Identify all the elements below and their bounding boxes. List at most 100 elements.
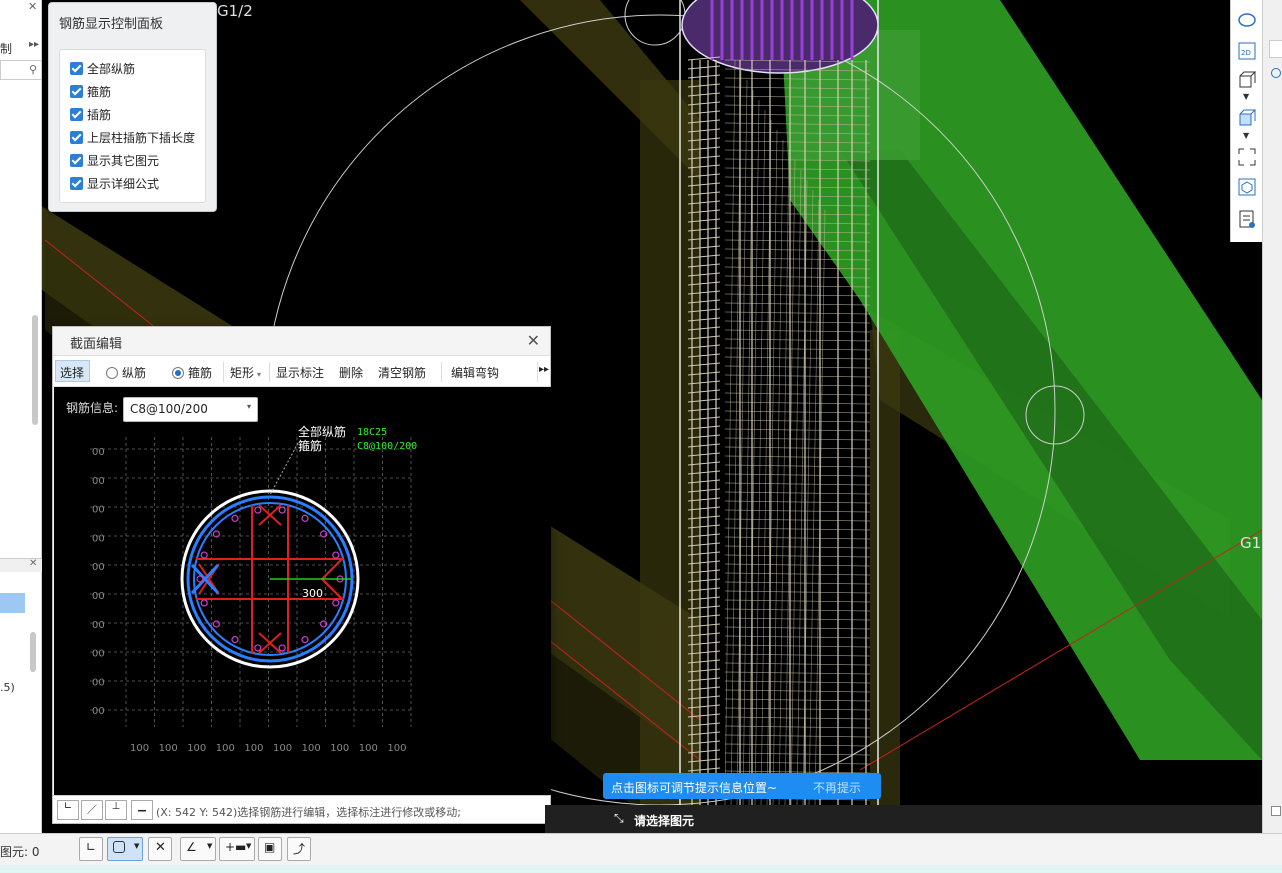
tip-banner: 点击图标可调节提示信息位置~ 不再提示 xyxy=(603,773,881,799)
chevron-down-icon[interactable]: ▼ xyxy=(1243,131,1249,140)
list-item-selected[interactable] xyxy=(0,593,25,613)
option-show-formula[interactable]: 显示详细公式 xyxy=(70,174,159,192)
tip-text: 点击图标可调节提示信息位置~ xyxy=(611,781,778,795)
radio-icon[interactable] xyxy=(106,367,118,379)
longitudinal-bar[interactable] xyxy=(254,644,262,652)
snap-mode-button[interactable]: ▼ xyxy=(107,837,143,861)
display-button[interactable]: ▣ xyxy=(258,837,282,861)
scrollbar[interactable] xyxy=(30,632,36,672)
offset-button[interactable]: +▬ ▼ xyxy=(219,837,255,861)
checkbox-checked[interactable] xyxy=(70,84,83,98)
checkbox-checked[interactable] xyxy=(70,61,83,75)
option-all-longitudinal[interactable]: 全部纵筋 xyxy=(70,59,135,77)
show-annotation-button[interactable]: 显示标注 xyxy=(276,364,324,381)
snap-icon[interactable]: ⊥ xyxy=(105,800,127,820)
fit-view-icon[interactable] xyxy=(1237,147,1257,167)
tip-position-icon[interactable]: ⤡ xyxy=(614,811,624,826)
close-icon[interactable]: ✕ xyxy=(28,0,37,13)
search-input[interactable]: ⚲ xyxy=(0,60,42,80)
select-button[interactable]: 选择 xyxy=(55,360,90,382)
ruler-tick-label: 00 xyxy=(92,620,105,631)
ortho-icon[interactable]: ∟ xyxy=(57,800,79,820)
angle-button[interactable]: ∠ ▼ xyxy=(180,837,216,861)
orbit-icon[interactable] xyxy=(1237,10,1257,30)
checkbox-checked[interactable] xyxy=(70,176,83,190)
checkbox-checked[interactable] xyxy=(70,107,83,121)
more-icon[interactable]: ▸▸ xyxy=(539,364,549,375)
longitudinal-bar[interactable] xyxy=(200,599,208,607)
search-icon[interactable]: ⚲ xyxy=(29,63,37,76)
2d-view-icon[interactable]: 2D xyxy=(1237,41,1257,61)
column-longitudinal-bars-top xyxy=(710,0,854,60)
scrollbar[interactable] xyxy=(32,315,38,425)
ruler-tick-label: 00 xyxy=(92,677,105,688)
cross-button[interactable]: ✕ xyxy=(148,837,172,861)
section-drawing[interactable]: 00 00 00 00 00 00 00 00 00 00 100 100 100 100 100 100 1… xyxy=(54,387,551,795)
ruler-tick-label: 00 xyxy=(92,476,105,487)
element-count: 0 xyxy=(31,845,40,859)
solid-cube-icon[interactable] xyxy=(1237,108,1257,128)
ruler-tick-label: 100 xyxy=(302,743,321,754)
close-icon[interactable]: ✕ xyxy=(527,331,540,350)
shape-dropdown[interactable]: 矩形 ▾ xyxy=(230,364,261,381)
longitudinal-bar[interactable] xyxy=(212,620,220,628)
longitudinal-bar[interactable] xyxy=(254,506,262,514)
component-view-icon[interactable] xyxy=(1237,177,1257,197)
view-toolbar: 2D ▼ ▼ xyxy=(1230,0,1262,242)
offset-icon[interactable]: ▁ xyxy=(131,800,153,820)
dialog-title: 截面编辑 xyxy=(70,337,123,352)
checkbox-checked[interactable] xyxy=(70,153,83,167)
close-icon[interactable]: ✕ xyxy=(29,558,37,569)
longitudinal-radio[interactable]: 纵筋 xyxy=(106,364,146,381)
checkbox-checked[interactable] xyxy=(70,130,83,144)
delete-button[interactable]: 删除 xyxy=(339,364,363,381)
longitudinal-bar[interactable] xyxy=(200,551,208,559)
option-upper-dowel-length[interactable]: 上层柱插筋下插长度 xyxy=(70,128,195,146)
expand-icon[interactable]: ▸▸ xyxy=(29,39,39,50)
ruler-tick-label: 00 xyxy=(92,591,105,602)
panel-tab[interactable] xyxy=(1269,40,1282,58)
longitudinal-bar[interactable] xyxy=(332,599,340,607)
ortho-button[interactable]: ∟ xyxy=(79,837,103,861)
longitudinal-bar[interactable] xyxy=(278,644,286,652)
dismiss-tip-link[interactable]: 不再提示 xyxy=(813,779,861,796)
legend-stirrup-value: C8@100/200 xyxy=(357,441,417,452)
clear-rebar-button[interactable]: 清空钢筋 xyxy=(378,364,426,381)
ruler-tick-label: 100 xyxy=(330,743,349,754)
longitudinal-bar[interactable] xyxy=(231,514,239,522)
command-prompt: 请选择图元 xyxy=(634,814,695,828)
chevron-down-icon: ▼ xyxy=(246,842,252,850)
option-dowel[interactable]: 插筋 xyxy=(70,105,111,123)
option-show-other-elements[interactable]: 显示其它图元 xyxy=(70,151,159,169)
dimension-label[interactable]: 300 xyxy=(302,587,323,600)
longitudinal-bar[interactable] xyxy=(301,514,309,522)
longitudinal-bar[interactable] xyxy=(301,636,309,644)
subpanel-header: ✕ xyxy=(0,558,42,572)
ruler-tick-label: 00 xyxy=(92,562,105,573)
options-list: 全部纵筋 箍筋 插筋 上层柱插筋下插长度 显示其它图元 显示详细公式 xyxy=(59,49,206,203)
longitudinal-bar[interactable] xyxy=(332,551,340,559)
radio-icon[interactable] xyxy=(172,367,184,379)
option-stirrup[interactable]: 箍筋 xyxy=(70,82,111,100)
3d-cube-icon[interactable] xyxy=(1237,70,1257,90)
section-toolbar: 选择 纵筋 箍筋 矩形 ▾ 显示标注 删除 清空钢筋 编辑弯钩 ▸▸ xyxy=(53,355,550,387)
properties-icon[interactable] xyxy=(1237,209,1257,229)
ruler-tick-label: 00 xyxy=(92,649,105,660)
legend-stirrup-label: 箍筋 xyxy=(298,438,322,453)
section-canvas[interactable]: 钢筋信息: C8@100/200 ▾ 00 00 00 00 00 00 00 00 00 00 … xyxy=(54,387,551,795)
longitudinal-bar[interactable] xyxy=(196,575,204,583)
status-text: (X: 542 Y: 542)选择钢筋进行编辑，选择标注进行修改或移动; xyxy=(156,806,461,819)
longitudinal-bar[interactable] xyxy=(278,506,286,514)
element-count-label: 图元: 0 xyxy=(0,845,40,859)
left-panel-value: .5) xyxy=(0,681,15,694)
chevron-down-icon[interactable]: ▼ xyxy=(1243,92,1249,101)
line-icon[interactable]: ／ xyxy=(81,800,103,820)
ruler-tick-label: 100 xyxy=(273,743,292,754)
right-side-panel xyxy=(1262,0,1282,835)
edit-hook-button[interactable]: 编辑弯钩 xyxy=(451,364,499,381)
checkbox[interactable] xyxy=(1271,806,1281,816)
longitudinal-bar[interactable] xyxy=(231,636,239,644)
radio-option[interactable] xyxy=(1271,68,1281,78)
stirrup-radio[interactable]: 箍筋 xyxy=(172,364,212,381)
arc-button[interactable]: ⤴ xyxy=(287,837,311,861)
